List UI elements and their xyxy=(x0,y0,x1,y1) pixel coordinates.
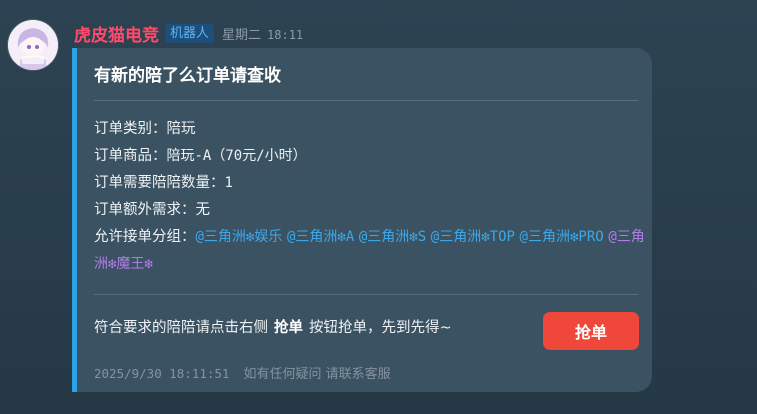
field-order-category: 订单类别：陪玩 xyxy=(94,116,649,143)
bot-badge: 机器人 xyxy=(165,23,215,43)
field-extra-requirements: 订单额外需求：无 xyxy=(94,197,649,224)
message-weekday: 星期二 xyxy=(222,27,262,43)
field-value: 1 xyxy=(224,175,233,191)
order-fields: 订单类别：陪玩 订单商品：陪玩-A（70元/小时） 订单需要陪陪数量：1 订单额… xyxy=(94,116,649,278)
divider xyxy=(94,294,638,295)
divider xyxy=(94,100,638,101)
field-label: 订单需要陪陪数量： xyxy=(94,175,225,191)
instruction-bold: 抢单 xyxy=(274,320,303,336)
field-companion-count: 订单需要陪陪数量：1 xyxy=(94,170,649,197)
grab-instruction: 符合要求的陪陪请点击右侧 抢单 按钮抢单，先到先得~ xyxy=(94,316,452,337)
bot-avatar[interactable] xyxy=(8,20,58,70)
footer-timestamp: 2025/9/30 18:11:51 xyxy=(94,366,230,381)
field-allowed-groups: 允许接单分组：@三角洲❇娱乐 @三角洲❇A @三角洲❇S @三角洲❇TOP @三… xyxy=(94,224,649,278)
group-mention[interactable]: @三角洲❇S xyxy=(359,229,426,245)
group-mention[interactable]: @三角洲❇PRO xyxy=(520,229,604,245)
order-card: 有新的陪了么订单请查收 订单类别：陪玩 订单商品：陪玩-A（70元/小时） 订单… xyxy=(72,48,652,392)
field-value: 陪玩-A（70元/小时） xyxy=(166,148,307,164)
card-title: 有新的陪了么订单请查收 xyxy=(94,66,281,86)
grab-order-button[interactable]: 抢单 xyxy=(543,312,639,350)
field-label: 允许接单分组： xyxy=(94,229,196,245)
field-value: 无 xyxy=(195,202,211,218)
message-timestamp: 星期二 18:11 xyxy=(222,24,303,43)
footer-note: 如有任何疑问 请联系客服 xyxy=(243,367,391,382)
field-label: 订单额外需求： xyxy=(94,202,196,218)
group-mention[interactable]: @三角洲❇娱乐 xyxy=(196,229,283,245)
instruction-prefix: 符合要求的陪陪请点击右侧 xyxy=(94,320,268,336)
sender-name[interactable]: 虎皮猫电竞 xyxy=(74,21,159,46)
field-label: 订单商品： xyxy=(94,148,167,164)
group-mention[interactable]: @三角洲❇A xyxy=(287,229,354,245)
anime-avatar-icon xyxy=(8,20,58,70)
field-value: 陪玩 xyxy=(166,121,196,137)
instruction-suffix: 按钮抢单，先到先得~ xyxy=(309,320,452,336)
message-header: 虎皮猫电竞 机器人 星期二 18:11 xyxy=(74,21,303,46)
card-footer: 2025/9/30 18:11:51 如有任何疑问 请联系客服 xyxy=(94,363,391,382)
group-mention[interactable]: @三角洲❇TOP xyxy=(431,229,515,245)
field-order-product: 订单商品：陪玩-A（70元/小时） xyxy=(94,143,649,170)
message-time: 18:11 xyxy=(267,27,304,42)
field-label: 订单类别： xyxy=(94,121,167,137)
